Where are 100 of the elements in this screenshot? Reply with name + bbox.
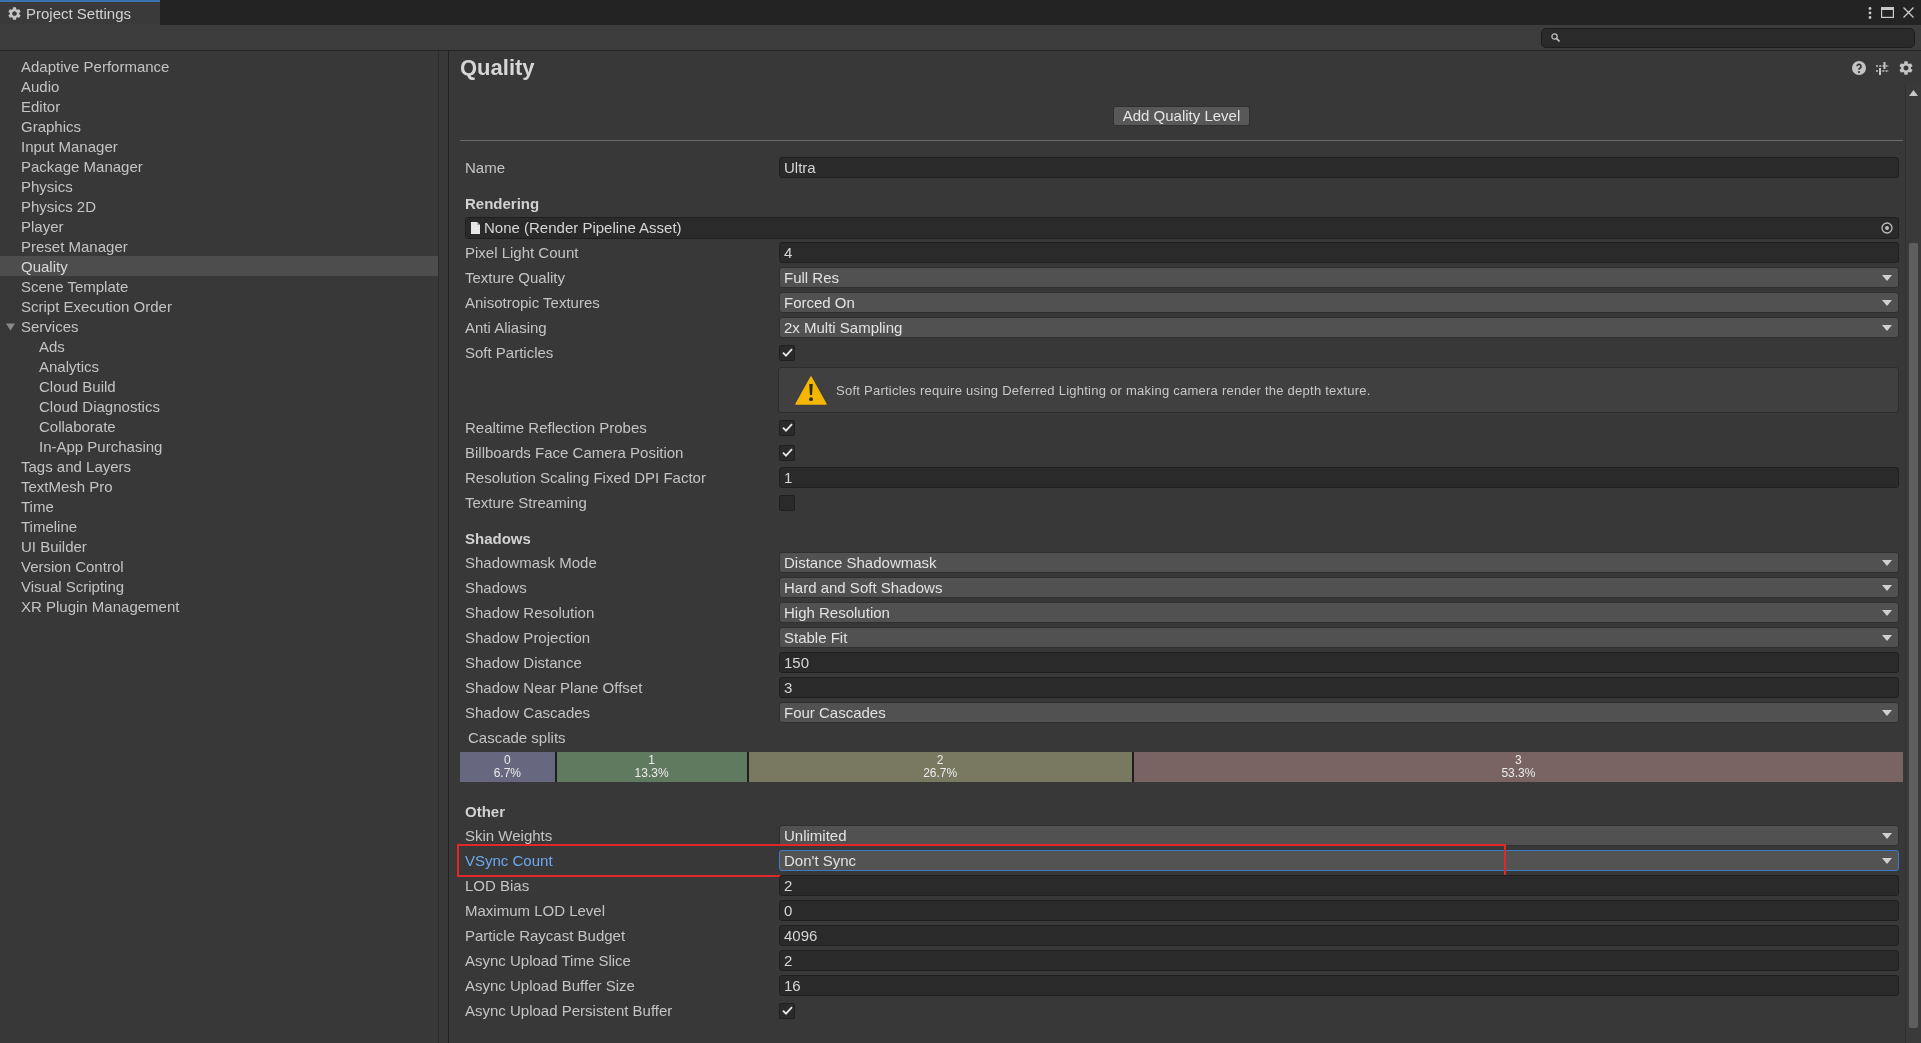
checkbox[interactable]	[779, 344, 795, 361]
field-label: Anti Aliasing	[465, 319, 548, 336]
sidebar-item[interactable]: Ads	[0, 336, 438, 356]
cascade-segment[interactable]: 2 26.7%	[748, 752, 1134, 782]
checkbox[interactable]	[779, 419, 795, 436]
window-tab[interactable]: Project Settings	[0, 0, 160, 25]
dropdown[interactable]: Hard and Soft Shadows	[779, 577, 1899, 598]
sliders-icon[interactable]	[1876, 61, 1889, 75]
sidebar-item[interactable]: Quality	[0, 256, 438, 276]
dropdown[interactable]: Stable Fit	[779, 627, 1899, 648]
sidebar-item[interactable]: Collaborate	[0, 416, 438, 436]
dropdown[interactable]: Full Res	[779, 267, 1899, 288]
segment-percent: 26.7%	[923, 767, 958, 780]
dropdown[interactable]: High Resolution	[779, 602, 1899, 623]
text-field[interactable]: 4096	[779, 925, 1899, 946]
field-label: Name	[465, 159, 506, 176]
text-field[interactable]: 2	[779, 950, 1899, 971]
sidebar-item[interactable]: Package Manager	[0, 156, 438, 176]
field-label: Anisotropic Textures	[465, 294, 601, 311]
field-label: Cascade splits	[468, 729, 566, 746]
add-button[interactable]: Add Quality Level	[1112, 106, 1251, 126]
text-field[interactable]: 16	[779, 975, 1899, 996]
caret-icon	[1882, 857, 1892, 864]
field-label: Async Upload Buffer Size	[465, 977, 636, 994]
cascade-segment[interactable]: 1 13.3%	[556, 752, 749, 782]
dropdown[interactable]: Four Cascades	[779, 702, 1899, 723]
object-field[interactable]: None (Render Pipeline Asset)	[465, 216, 1899, 239]
warning-message: Soft Particles require using Deferred Lighting or making camera render the depth texture.	[836, 382, 1371, 398]
dropdown[interactable]: Distance Shadowmask	[779, 552, 1899, 573]
sidebar-item[interactable]: Cloud Build	[0, 376, 438, 396]
sidebar-item[interactable]: Editor	[0, 96, 438, 116]
text-field[interactable]: 3	[779, 677, 1899, 698]
maximize-icon[interactable]	[1881, 7, 1894, 18]
field-label: Shadow Near Plane Offset	[465, 679, 644, 696]
dropdown[interactable]: 2x Multi Sampling	[779, 317, 1899, 338]
sidebar-item[interactable]: Scene Template	[0, 276, 438, 296]
sidebar-item[interactable]: Version Control	[0, 556, 438, 576]
text-field[interactable]: 2	[779, 875, 1899, 896]
field-label: Pixel Light Count	[465, 244, 580, 261]
dropdown[interactable]: Don't Sync	[779, 850, 1899, 871]
sidebar-item[interactable]: Cloud Diagnostics	[0, 396, 438, 416]
segment-index: 0	[504, 754, 511, 767]
field-label: Soft Particles	[465, 344, 555, 361]
cascade-segment[interactable]: 3 53.3%	[1133, 752, 1903, 782]
sidebar-item[interactable]: Input Manager	[0, 136, 438, 156]
segment-percent: 13.3%	[634, 767, 669, 780]
check-icon	[781, 1006, 793, 1015]
field-label: Async Upload Persistent Buffer	[465, 1002, 674, 1019]
up-triangle-icon[interactable]	[1909, 90, 1918, 96]
sidebar-item[interactable]: Player	[0, 216, 438, 236]
sidebar-item[interactable]: Tags and Layers	[0, 456, 438, 476]
segment-percent: 6.7%	[493, 767, 521, 780]
sidebar-item[interactable]: Adaptive Performance	[0, 56, 438, 76]
sidebar-item[interactable]: Graphics	[0, 116, 438, 136]
caret-icon	[1882, 634, 1892, 641]
sidebar-item[interactable]: UI Builder	[0, 536, 438, 556]
sidebar-item[interactable]: Visual Scripting	[0, 576, 438, 596]
sidebar-item[interactable]: Audio	[0, 76, 438, 96]
target-icon[interactable]	[1881, 221, 1893, 234]
checkbox[interactable]	[779, 1002, 795, 1019]
field-label: Particle Raycast Budget	[465, 927, 627, 944]
caret-icon	[1882, 324, 1892, 331]
dropdown[interactable]: Forced On	[779, 292, 1899, 313]
text-field[interactable]: 150	[779, 652, 1899, 673]
field-label: Resolution Scaling Fixed DPI Factor	[465, 469, 707, 486]
sidebar-item[interactable]: In-App Purchasing	[0, 436, 438, 456]
sidebar-item[interactable]: Time	[0, 496, 438, 516]
sidebar-item[interactable]: XR Plugin Management	[0, 596, 438, 616]
text-field[interactable]: 1	[779, 467, 1899, 488]
sidebar-item[interactable]: Preset Manager	[0, 236, 438, 256]
field-label: VSync Count	[465, 852, 554, 869]
section-title: Shadows	[464, 529, 532, 549]
field-label: Billboards Face Camera Position	[465, 444, 685, 461]
sidebar-item[interactable]: Script Execution Order	[0, 296, 438, 316]
text-field[interactable]: Ultra	[779, 157, 1899, 178]
cascade-segment[interactable]: 0 6.7%	[460, 752, 557, 782]
sidebar-item[interactable]: TextMesh Pro	[0, 476, 438, 496]
field-label: Skin Weights	[465, 827, 554, 844]
search-field[interactable]	[1541, 27, 1915, 48]
sidebar-item[interactable]: Services	[0, 316, 438, 336]
text-field[interactable]: 0	[779, 900, 1899, 921]
scrollbar-thumb[interactable]	[1909, 243, 1918, 1028]
dropdown[interactable]: Unlimited	[779, 825, 1899, 846]
field-label: Shadow Projection	[465, 629, 592, 646]
sidebar-item[interactable]: Timeline	[0, 516, 438, 536]
close-icon[interactable]	[1903, 7, 1914, 18]
caret-down-icon[interactable]	[6, 321, 15, 331]
caret-icon	[1882, 559, 1892, 566]
checkbox[interactable]	[779, 444, 795, 461]
help-icon[interactable]	[1852, 61, 1866, 75]
gear-icon[interactable]	[1899, 61, 1913, 75]
segment-index: 1	[648, 754, 655, 767]
checkbox[interactable]	[779, 494, 795, 511]
sidebar-item[interactable]: Physics	[0, 176, 438, 196]
text-field[interactable]: 4	[779, 242, 1899, 263]
caret-icon	[1882, 299, 1892, 306]
sidebar-item[interactable]: Analytics	[0, 356, 438, 376]
sidebar-item[interactable]: Physics 2D	[0, 196, 438, 216]
field-label: LOD Bias	[465, 877, 531, 894]
vertical-dots-icon[interactable]	[1868, 6, 1872, 19]
